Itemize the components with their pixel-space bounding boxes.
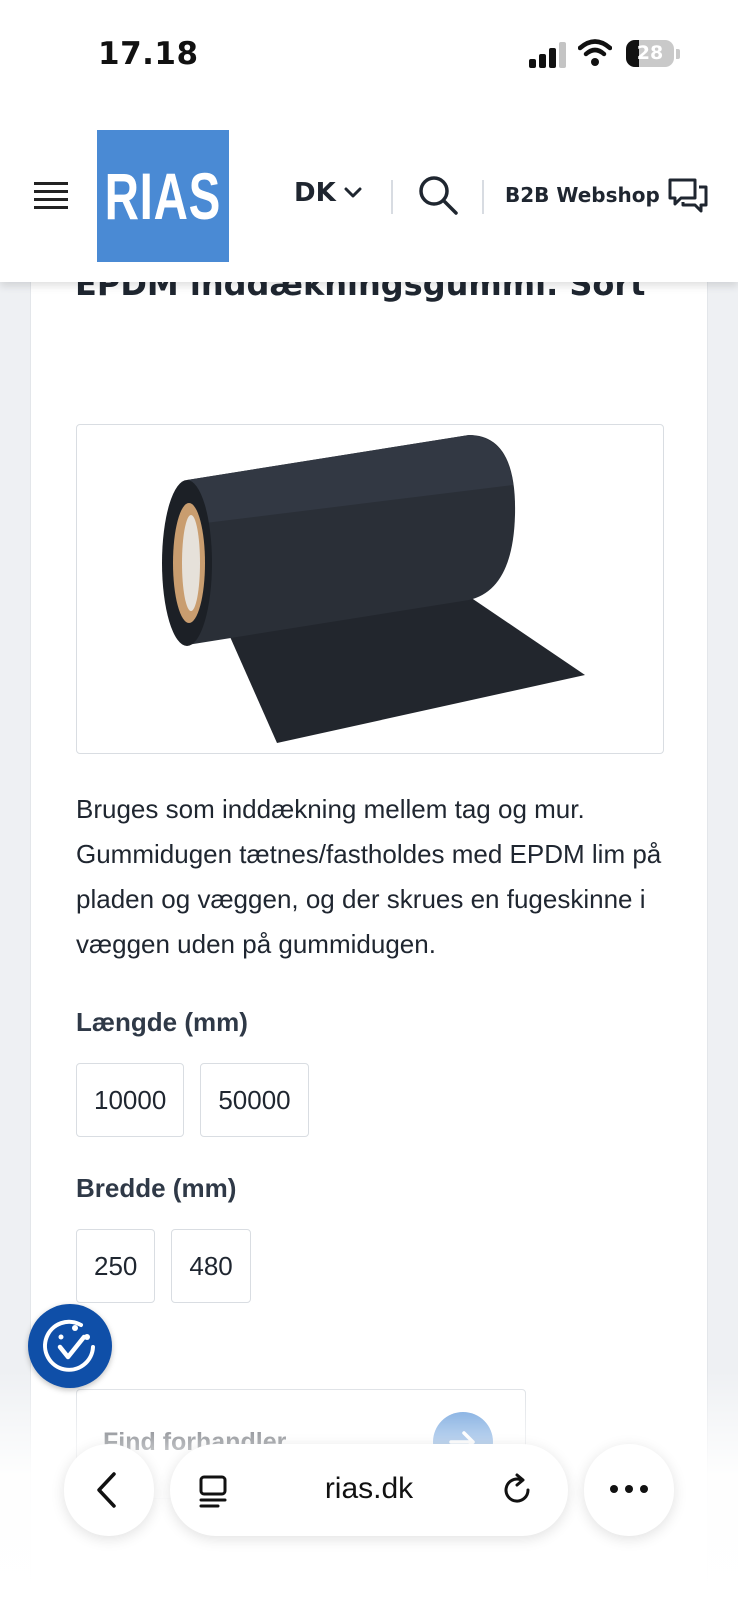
length-option-50000[interactable]: 50000: [200, 1063, 309, 1137]
cellular-signal-icon: [529, 40, 569, 68]
width-options: 250 480: [76, 1229, 251, 1303]
length-option-10000[interactable]: 10000: [76, 1063, 185, 1137]
browser-toolbar: rias.dk: [0, 1444, 738, 1536]
status-time: 17.18: [98, 36, 199, 72]
wifi-icon: [578, 39, 612, 66]
status-bar: 17.18 28: [0, 0, 738, 110]
product-description: Bruges som inddækning mellem tag og mur.…: [76, 794, 662, 959]
cookie-settings-button[interactable]: [28, 1304, 112, 1388]
chevron-down-icon: [344, 187, 362, 198]
b2b-webshop-link[interactable]: B2B Webshop: [505, 183, 660, 207]
hamburger-menu-icon[interactable]: [34, 182, 70, 212]
chevron-left-icon: [97, 1472, 116, 1508]
width-option-480[interactable]: 480: [171, 1229, 251, 1303]
language-selector[interactable]: DK: [294, 178, 362, 208]
back-button[interactable]: [64, 1444, 154, 1536]
cookie-check-icon: [43, 1319, 95, 1372]
more-dots-icon: [610, 1485, 648, 1493]
address-bar[interactable]: rias.dk: [170, 1444, 568, 1536]
product-image: [76, 424, 664, 754]
product-card: EPDM inddækningsgummi. Sort Bruges som i…: [30, 265, 708, 1600]
header-divider: [482, 180, 484, 214]
reload-icon[interactable]: [500, 1473, 534, 1507]
chat-icon[interactable]: [667, 174, 709, 216]
language-label: DK: [294, 178, 336, 208]
site-header: RIAS DK B2B Webshop: [0, 110, 738, 282]
search-icon[interactable]: [417, 174, 459, 216]
length-options: 10000 50000: [76, 1063, 309, 1137]
width-label: Bredde (mm): [76, 1173, 237, 1203]
rias-logo[interactable]: RIAS: [97, 130, 229, 262]
battery-nub: [676, 49, 680, 59]
length-label: Længde (mm): [76, 1007, 248, 1037]
width-option-250[interactable]: 250: [76, 1229, 156, 1303]
battery-icon: 28: [626, 40, 674, 67]
more-options-button[interactable]: [584, 1444, 674, 1536]
logo-text: RIAS: [104, 159, 222, 233]
battery-level: 28: [636, 42, 664, 64]
header-divider: [391, 180, 393, 214]
